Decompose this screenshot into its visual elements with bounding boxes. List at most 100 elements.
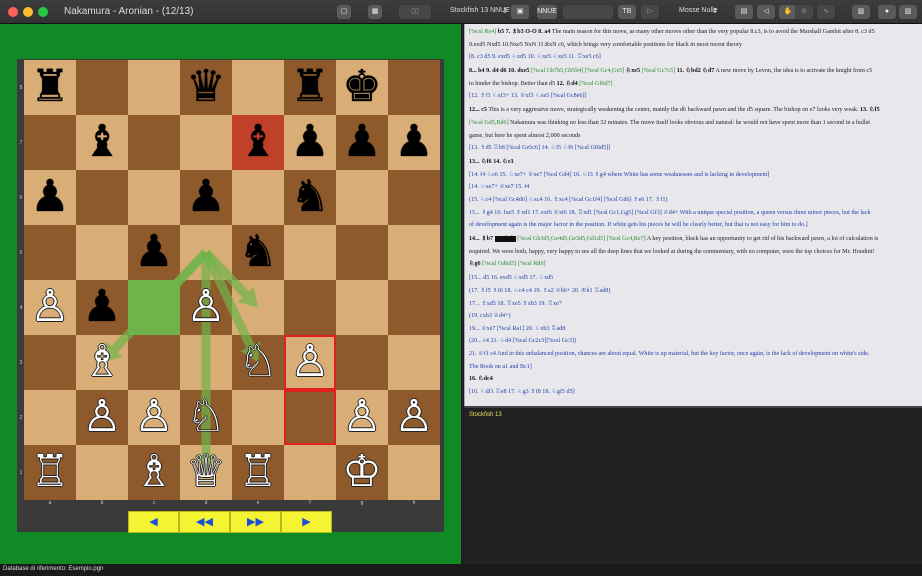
piece-f7[interactable]: ♟ — [284, 115, 336, 170]
piece-b3[interactable]: ♗ — [76, 335, 128, 390]
tablebase-button[interactable]: TB — [618, 5, 636, 19]
announce-button[interactable]: ◁ — [757, 5, 775, 19]
square-d3[interactable] — [180, 335, 232, 390]
piece-d2[interactable]: ♘ — [180, 390, 232, 445]
notation-line[interactable]: to hinder the bishop. Better than d5 12.… — [465, 80, 922, 88]
square-h4[interactable] — [388, 280, 440, 335]
play-engine-button[interactable]: ▷ — [641, 5, 659, 19]
engine-lines-toggle[interactable] — [563, 5, 613, 19]
piece-f8[interactable]: ♜ — [284, 60, 336, 115]
square-g6[interactable] — [336, 170, 388, 225]
notation-line[interactable]: [%csl Re4] b5 7. ♗b3 O-O 8. a4 The main … — [465, 28, 922, 36]
notation-text[interactable]: 13. ♘f5 — [860, 107, 880, 113]
square-c4[interactable] — [128, 280, 180, 335]
notation-line[interactable]: [%csl Gd5,Rd6] Nakamura was thinking no … — [465, 119, 922, 127]
notation-text[interactable]: b5 7. ♗b3 O-O 8. a4 — [498, 29, 551, 35]
piece-e7[interactable]: ♝ — [232, 115, 284, 170]
notation-line[interactable]: of development again is the major factor… — [465, 221, 922, 229]
square-f4[interactable] — [284, 280, 336, 335]
notation-line[interactable]: 17... ♗xd5 18. ♖xe5 ♗xb3 19. ♖xe7 — [465, 300, 922, 308]
notation-pane[interactable]: [%csl Re4] b5 7. ♗b3 O-O 8. a4 The main … — [464, 24, 922, 406]
piece-a1[interactable]: ♖ — [24, 445, 76, 500]
notation-line[interactable]: 14... ♗b7 15. ♗d5 [%cal Gb3d5,Ge4d5,Ge3d… — [465, 235, 922, 243]
piece-e5[interactable]: ♞ — [232, 225, 284, 280]
notation-line[interactable]: 9.exd5 Nxd5 10.Nxe5 NxN 11.RxN c6, which… — [465, 41, 922, 49]
minimize-window-button[interactable] — [23, 7, 33, 17]
square-e8[interactable] — [232, 60, 284, 115]
square-h6[interactable] — [388, 170, 440, 225]
last-move-button[interactable]: ▶▶ — [230, 511, 281, 533]
zoom-window-button[interactable] — [38, 7, 48, 17]
notation-text[interactable]: 12... c5 — [469, 107, 487, 113]
piece-e3[interactable]: ♘ — [232, 335, 284, 390]
notation-text[interactable]: 8... b4 9. d4 d6 10. dxe5 — [469, 68, 529, 74]
notation-text[interactable]: 13... ♘f6 14. ♘e3 — [469, 159, 514, 165]
square-e2[interactable] — [232, 390, 284, 445]
player-info-button[interactable]: ● — [878, 5, 896, 19]
piece-f6[interactable]: ♞ — [284, 170, 336, 225]
square-a2[interactable] — [24, 390, 76, 445]
piece-c2[interactable]: ♙ — [128, 390, 180, 445]
notation-line[interactable]: [14. ♘xe7+ ♕xe7 15. f4 — [465, 183, 922, 191]
lock-button[interactable]: ▢ — [337, 5, 351, 19]
piece-d4[interactable]: ♙ — [180, 280, 232, 335]
piece-b4[interactable]: ♟ — [76, 280, 128, 335]
square-a5[interactable] — [24, 225, 76, 280]
piece-a6[interactable]: ♟ — [24, 170, 76, 225]
notes-button[interactable]: ▤ — [735, 5, 753, 19]
piece-d8[interactable]: ♛ — [180, 60, 232, 115]
square-h8[interactable] — [388, 60, 440, 115]
close-window-button[interactable] — [8, 7, 18, 17]
notation-text[interactable]: 16. ♘dc4 — [469, 376, 493, 382]
notation-line[interactable]: (17. ♗f5 ♗f6 18. ♘c4 c4 19. ♗a2 ♕b6+ 20.… — [465, 287, 922, 295]
piece-a4[interactable]: ♙ — [24, 280, 76, 335]
piece-h2[interactable]: ♙ — [388, 390, 440, 445]
square-f1[interactable] — [284, 445, 336, 500]
square-b1[interactable] — [76, 445, 128, 500]
layout-toggle[interactable]: ▯▯ — [399, 5, 431, 19]
notation-line[interactable]: The Rook on a1 and Bc1] — [465, 363, 922, 371]
square-c7[interactable] — [128, 115, 180, 170]
piece-b7[interactable]: ♝ — [76, 115, 128, 170]
piece-f3[interactable]: ♙ — [284, 335, 336, 390]
notation-line[interactable]: [12. ♗f1 ♘xf3+ 13. ♕xf3 ♘xe5 [%cal Gc8e6… — [465, 92, 922, 100]
nnue-button[interactable]: NNUE — [537, 5, 557, 19]
notation-line[interactable]: 8... b4 9. d4 d6 10. dxe5 [%cal Gb7b5,Gb… — [465, 67, 922, 75]
piece-b2[interactable]: ♙ — [76, 390, 128, 445]
piece-e1[interactable]: ♖ — [232, 445, 284, 500]
piece-c5[interactable]: ♟ — [128, 225, 180, 280]
square-g3[interactable] — [336, 335, 388, 390]
square-f5[interactable] — [284, 225, 336, 280]
notation-line[interactable]: 12... c5 This is a very aggressive move,… — [465, 106, 922, 114]
square-d5[interactable] — [180, 225, 232, 280]
piece-g2[interactable]: ♙ — [336, 390, 388, 445]
notation-line[interactable]: 21. ♕f1 c4 And in this unbalanced positi… — [465, 350, 922, 358]
piece-c1[interactable]: ♗ — [128, 445, 180, 500]
notation-line[interactable]: [13. ♗d5 ♖b8 [%cal Ge5c6] 14. ♘f5 ♘f6 [%… — [465, 144, 922, 152]
piece-g1[interactable]: ♔ — [336, 445, 388, 500]
square-b5[interactable] — [76, 225, 128, 280]
notation-line[interactable]: 16. ♘dc4 — [465, 375, 922, 383]
square-e4[interactable] — [232, 280, 284, 335]
notation-text[interactable]: ♘xe5 — [626, 68, 640, 74]
square-c6[interactable] — [128, 170, 180, 225]
square-c8[interactable] — [128, 60, 180, 115]
notation-line[interactable]: 15... ♗g4 16. fxe5 ♗xd1 17. exf6 ♕xf6 18… — [465, 209, 922, 217]
engine-select[interactable]: Stockfish 13 NNUE — [450, 7, 510, 14]
notation-text[interactable]: 12. ♘d4 — [557, 81, 578, 87]
square-b8[interactable] — [76, 60, 128, 115]
square-h1[interactable] — [388, 445, 440, 500]
inspector-button[interactable]: ▧ — [899, 5, 917, 19]
prev-move-button[interactable]: ◀ — [128, 511, 179, 533]
square-h5[interactable] — [388, 225, 440, 280]
notation-line[interactable]: (15. ♘c4 [%cal Gc4d6] ♘xc4 16. ♗xc4 [%ca… — [465, 196, 922, 204]
square-d7[interactable] — [180, 115, 232, 170]
square-a7[interactable] — [24, 115, 76, 170]
square-f2[interactable] — [284, 390, 336, 445]
notation-text[interactable]: 14... ♗b7 — [469, 236, 495, 242]
piece-a8[interactable]: ♜ — [24, 60, 76, 115]
piece-d1[interactable]: ♕ — [180, 445, 232, 500]
notation-text[interactable]: 11. ♘bd2 ♘d7 — [677, 68, 715, 74]
square-g4[interactable] — [336, 280, 388, 335]
square-b6[interactable] — [76, 170, 128, 225]
